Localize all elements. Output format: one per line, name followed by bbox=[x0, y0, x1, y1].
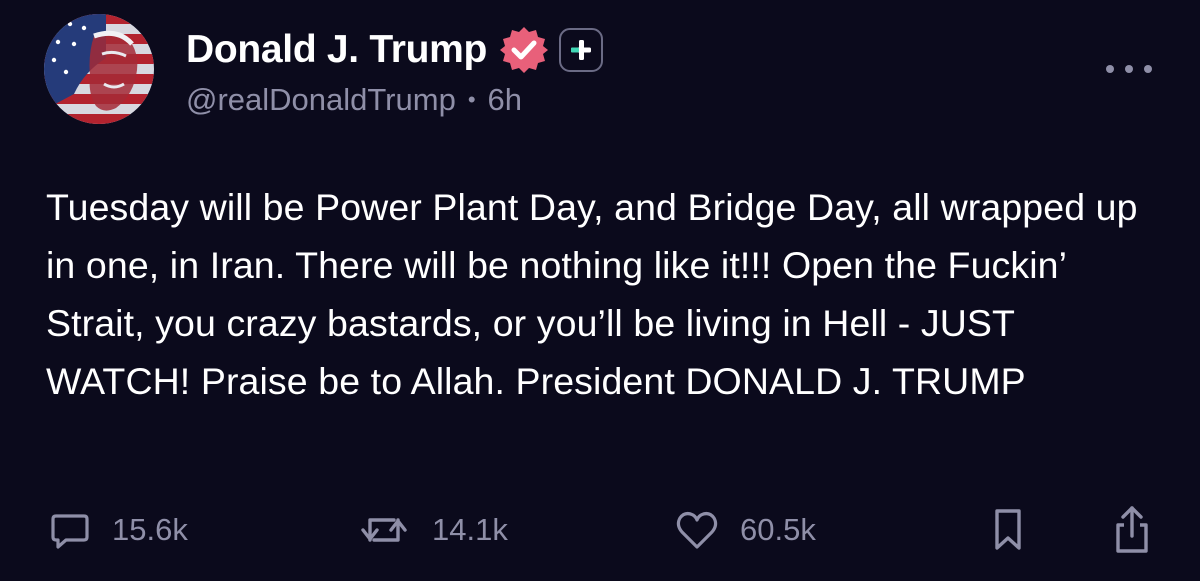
share-icon bbox=[1116, 506, 1148, 553]
reply-count: 15.6k bbox=[112, 512, 188, 547]
comment-icon bbox=[51, 514, 89, 549]
verified-badge-icon bbox=[499, 25, 549, 75]
repost-count: 14.1k bbox=[432, 512, 508, 547]
author-handle[interactable]: @realDonaldTrump bbox=[186, 82, 456, 118]
post-card: Donald J. Trump @realDonaldTrump • 6h Tu… bbox=[0, 0, 1200, 581]
bookmark-icon bbox=[995, 509, 1021, 550]
author-name-row: Donald J. Trump bbox=[186, 24, 604, 76]
post-text: Tuesday will be Power Plant Day, and Bri… bbox=[46, 186, 1138, 402]
like-count: 60.5k bbox=[740, 512, 816, 547]
avatar[interactable] bbox=[44, 14, 154, 124]
bookmark-button[interactable] bbox=[990, 502, 1026, 558]
avatar-flag-portrait-icon bbox=[44, 14, 154, 124]
heart-icon bbox=[676, 511, 718, 549]
author-meta: @realDonaldTrump • 6h bbox=[186, 82, 522, 118]
share-button[interactable] bbox=[1110, 502, 1154, 558]
more-dot-icon bbox=[1106, 65, 1114, 73]
repost-button[interactable]: 14.1k bbox=[356, 502, 508, 558]
repost-icon bbox=[361, 518, 407, 542]
like-button[interactable]: 60.5k bbox=[674, 502, 816, 558]
more-dot-icon bbox=[1125, 65, 1133, 73]
meta-separator: • bbox=[467, 87, 476, 112]
reply-button[interactable]: 15.6k bbox=[48, 502, 188, 558]
author-display-name[interactable]: Donald J. Trump bbox=[186, 28, 487, 72]
action-bar: 15.6k 14.1k 60.5k bbox=[0, 502, 1200, 558]
more-options-button[interactable] bbox=[1106, 56, 1152, 82]
post-timestamp[interactable]: 6h bbox=[488, 82, 522, 118]
plus-badge-icon[interactable] bbox=[559, 28, 604, 72]
more-dot-icon bbox=[1144, 65, 1152, 73]
